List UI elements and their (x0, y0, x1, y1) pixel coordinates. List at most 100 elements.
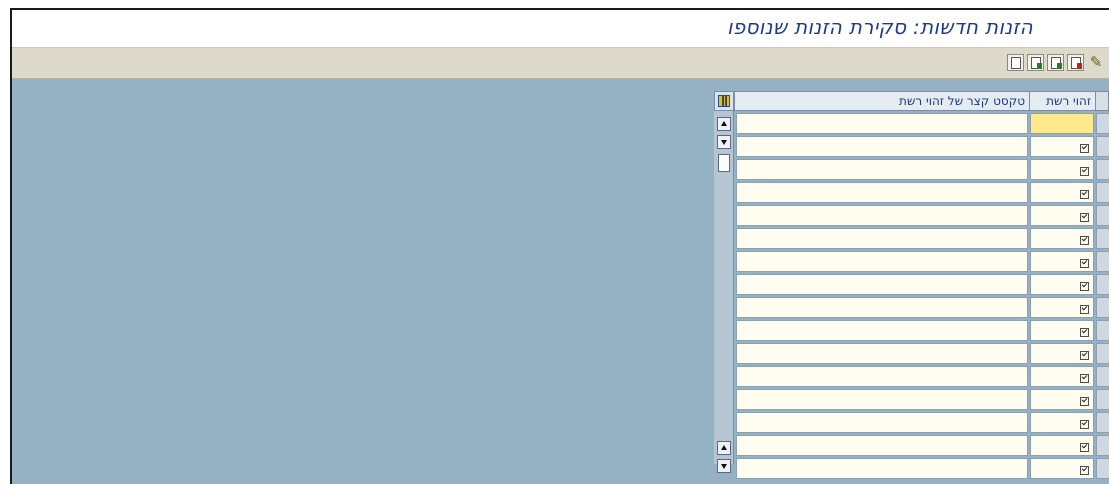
details-icon[interactable] (1007, 54, 1024, 71)
network-id-cell[interactable] (1030, 412, 1094, 433)
checkbox-checked-icon[interactable] (1080, 167, 1089, 176)
row-selector[interactable] (1096, 251, 1109, 272)
checkbox-checked-icon[interactable] (1080, 397, 1089, 406)
short-text-cell[interactable] (736, 458, 1028, 479)
row-selector[interactable] (1096, 320, 1109, 341)
table-row (734, 159, 1109, 182)
checkbox-checked-icon[interactable] (1080, 328, 1089, 337)
network-id-cell[interactable] (1030, 389, 1094, 410)
checkbox-checked-icon[interactable] (1080, 374, 1089, 383)
network-id-cell[interactable] (1030, 251, 1094, 272)
scroll-top-button[interactable] (717, 117, 731, 131)
checkbox-checked-icon[interactable] (1080, 420, 1089, 429)
network-id-cell[interactable] (1030, 136, 1094, 157)
short-text-cell[interactable] (736, 228, 1028, 249)
table-rows (734, 113, 1109, 481)
select-all-icon[interactable] (1027, 54, 1044, 71)
checkbox-checked-icon[interactable] (1080, 190, 1089, 199)
short-text-cell[interactable] (736, 320, 1028, 341)
row-selector[interactable] (1096, 205, 1109, 226)
checkbox-checked-icon[interactable] (1080, 259, 1089, 268)
network-id-cell[interactable] (1030, 182, 1094, 203)
table-row (734, 228, 1109, 251)
scroll-thumb[interactable] (718, 154, 730, 172)
checkbox-checked-icon[interactable] (1080, 351, 1089, 360)
table-row (734, 274, 1109, 297)
vertical-scrollbar[interactable] (714, 111, 734, 473)
table-row (734, 343, 1109, 366)
row-selector-header[interactable] (1096, 91, 1109, 111)
short-text-cell[interactable] (736, 274, 1028, 295)
checkbox-checked-icon[interactable] (1080, 213, 1089, 222)
short-text-cell[interactable] (736, 113, 1028, 134)
outer-margin (0, 0, 10, 484)
network-id-cell[interactable] (1030, 366, 1094, 387)
checkbox-checked-icon[interactable] (1080, 305, 1089, 314)
table-row (734, 113, 1109, 136)
page-title: הזנות חדשות: סקירת הזנות שנוספו (726, 15, 1033, 39)
network-id-cell[interactable] (1030, 320, 1094, 341)
table-row (734, 182, 1109, 205)
short-text-cell[interactable] (736, 412, 1028, 433)
network-id-cell[interactable] (1030, 113, 1094, 134)
network-id-cell[interactable] (1030, 228, 1094, 249)
checkbox-checked-icon[interactable] (1080, 282, 1089, 291)
checkbox-checked-icon[interactable] (1080, 466, 1089, 475)
row-selector[interactable] (1096, 182, 1109, 203)
row-selector[interactable] (1096, 274, 1109, 295)
network-id-cell[interactable] (1030, 297, 1094, 318)
network-id-cell[interactable] (1030, 274, 1094, 295)
scroll-page-down-button[interactable] (717, 135, 731, 149)
row-selector[interactable] (1096, 136, 1109, 157)
scroll-page-up-button[interactable] (717, 441, 731, 455)
scroll-bottom-button[interactable] (717, 459, 731, 473)
checkbox-checked-icon[interactable] (1080, 144, 1089, 153)
table-row (734, 320, 1109, 343)
checkbox-checked-icon[interactable] (1080, 236, 1089, 245)
table-control: טקסט קצר של זהוי רשת זהוי רשת (714, 91, 1109, 484)
row-selector[interactable] (1096, 159, 1109, 180)
row-selector[interactable] (1096, 412, 1109, 433)
short-text-cell[interactable] (736, 366, 1028, 387)
column-header-network-id[interactable]: זהוי רשת (1030, 91, 1096, 111)
application-toolbar: ✎ (12, 48, 1109, 79)
short-text-cell[interactable] (736, 205, 1028, 226)
table-row (734, 412, 1109, 435)
table-row (734, 205, 1109, 228)
short-text-cell[interactable] (736, 251, 1028, 272)
edit-pen-icon[interactable]: ✎ (1087, 53, 1105, 71)
column-header-short-text[interactable]: טקסט קצר של זהוי רשת (734, 91, 1030, 111)
short-text-cell[interactable] (736, 297, 1028, 318)
short-text-cell[interactable] (736, 159, 1028, 180)
row-selector[interactable] (1096, 458, 1109, 479)
network-id-cell[interactable] (1030, 458, 1094, 479)
row-selector[interactable] (1096, 228, 1109, 249)
table-row (734, 389, 1109, 412)
network-id-cell[interactable] (1030, 159, 1094, 180)
checkbox-checked-icon[interactable] (1080, 443, 1089, 452)
short-text-cell[interactable] (736, 435, 1028, 456)
row-selector[interactable] (1096, 389, 1109, 410)
short-text-cell[interactable] (736, 389, 1028, 410)
table-row (734, 136, 1109, 159)
network-id-cell[interactable] (1030, 205, 1094, 226)
table-row (734, 297, 1109, 320)
network-id-cell[interactable] (1030, 343, 1094, 364)
column-settings-icon[interactable] (714, 91, 734, 111)
deselect-all-icon[interactable] (1067, 54, 1084, 71)
table-row (734, 251, 1109, 274)
table-row (734, 366, 1109, 389)
row-selector[interactable] (1096, 343, 1109, 364)
row-selector[interactable] (1096, 113, 1109, 134)
short-text-cell[interactable] (736, 136, 1028, 157)
network-id-cell[interactable] (1030, 435, 1094, 456)
row-selector[interactable] (1096, 366, 1109, 387)
short-text-cell[interactable] (736, 182, 1028, 203)
title-bar: הזנות חדשות: סקירת הזנות שנוספו (12, 10, 1109, 48)
table-row (734, 435, 1109, 458)
table-row (734, 458, 1109, 481)
select-block-icon[interactable] (1047, 54, 1064, 71)
short-text-cell[interactable] (736, 343, 1028, 364)
row-selector[interactable] (1096, 435, 1109, 456)
row-selector[interactable] (1096, 297, 1109, 318)
